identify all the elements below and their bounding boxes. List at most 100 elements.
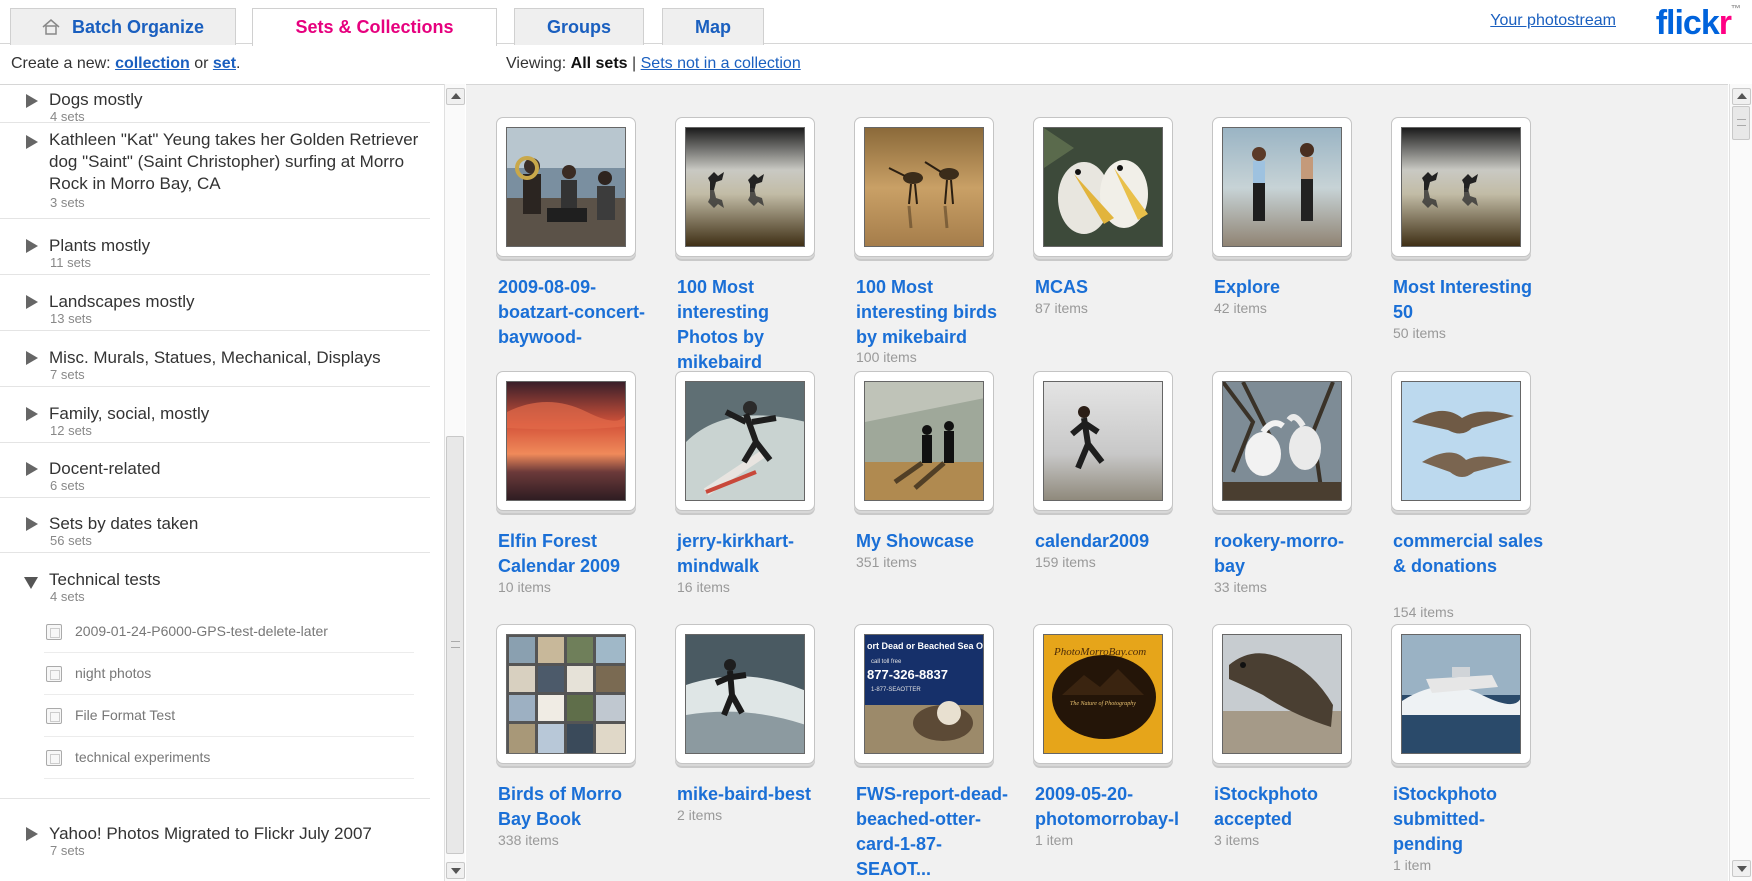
- collection-title[interactable]: Family, social, mostly: [49, 403, 419, 425]
- set-thumbnail[interactable]: [1391, 371, 1531, 511]
- set-card[interactable]: iStockphoto submitted-pending 1 item: [1361, 592, 1531, 873]
- scroll-down-button[interactable]: [1732, 860, 1751, 877]
- set-checkbox[interactable]: [46, 624, 62, 640]
- set-checkbox[interactable]: [46, 750, 62, 766]
- set-row[interactable]: technical experiments: [44, 737, 414, 779]
- set-thumbnail[interactable]: [496, 624, 636, 764]
- set-row[interactable]: night photos: [44, 653, 414, 695]
- tab-sets-collections[interactable]: Sets & Collections: [252, 8, 497, 46]
- set-thumbnail[interactable]: PhotoMorroBay.com The Nature of Photograp…: [1033, 624, 1173, 764]
- collection-item[interactable]: Landscapes mostly 13 sets: [0, 291, 430, 331]
- collection-item[interactable]: Yahoo! Photos Migrated to Flickr July 20…: [0, 819, 430, 865]
- set-card[interactable]: rookery-morro-bay 33 items: [1182, 339, 1352, 599]
- collection-title[interactable]: Landscapes mostly: [49, 291, 419, 313]
- scrollbar-thumb[interactable]: [1732, 106, 1750, 140]
- expand-arrow-icon[interactable]: [26, 295, 38, 309]
- sets-not-in-collection-link[interactable]: Sets not in a collection: [641, 55, 801, 72]
- tab-batch-organize[interactable]: Batch Organize: [10, 8, 236, 45]
- collection-item[interactable]: Kathleen "Kat" Yeung takes her Golden Re…: [0, 123, 430, 219]
- collection-item-expanded[interactable]: Technical tests 4 sets 2009-01-24-P6000-…: [0, 569, 430, 799]
- collection-item[interactable]: Plants mostly 11 sets: [0, 235, 430, 275]
- sets-grid-scrollbar[interactable]: [1729, 84, 1752, 881]
- scroll-up-button[interactable]: [1732, 88, 1751, 105]
- set-card[interactable]: commercial sales & donations 154 items: [1361, 339, 1543, 620]
- set-thumbnail[interactable]: [854, 117, 994, 257]
- scrollbar-thumb[interactable]: [446, 436, 464, 854]
- set-card[interactable]: Explore 42 items: [1182, 85, 1352, 345]
- set-card[interactable]: MCAS 87 items: [1003, 85, 1173, 345]
- set-title[interactable]: rookery-morro-bay: [1214, 529, 1370, 579]
- expand-arrow-icon[interactable]: [26, 517, 38, 531]
- set-title[interactable]: iStockphoto submitted-pending: [1393, 782, 1549, 857]
- set-title[interactable]: iStockphoto accepted: [1214, 782, 1370, 832]
- expand-arrow-icon[interactable]: [26, 351, 38, 365]
- set-title[interactable]: MCAS: [1035, 275, 1191, 300]
- tab-groups[interactable]: Groups: [514, 8, 644, 45]
- expand-arrow-icon[interactable]: [26, 462, 38, 476]
- set-card[interactable]: 2009-08-09-boatzart-concert-baywood-: [466, 85, 645, 347]
- set-title[interactable]: commercial sales & donations: [1393, 529, 1549, 579]
- collection-title[interactable]: Docent-related: [49, 458, 419, 480]
- set-checkbox[interactable]: [46, 708, 62, 724]
- scroll-down-button[interactable]: [446, 862, 465, 879]
- set-thumbnail[interactable]: [675, 624, 815, 764]
- set-title[interactable]: mike-baird-best: [677, 782, 833, 807]
- set-thumbnail[interactable]: [1033, 117, 1173, 257]
- set-row[interactable]: File Format Test: [44, 695, 414, 737]
- set-card[interactable]: calendar2009 159 items: [1003, 339, 1173, 599]
- expand-arrow-icon[interactable]: [26, 94, 38, 108]
- collection-item[interactable]: Docent-related 6 sets: [0, 458, 430, 498]
- set-card[interactable]: PhotoMorroBay.com The Nature of Photograp…: [1003, 592, 1179, 852]
- collapse-arrow-icon[interactable]: [24, 577, 38, 589]
- expand-arrow-icon[interactable]: [26, 239, 38, 253]
- set-thumbnail[interactable]: [1033, 371, 1173, 511]
- set-title[interactable]: Most Interesting 50: [1393, 275, 1549, 325]
- expand-arrow-icon[interactable]: [26, 407, 38, 421]
- set-card[interactable]: ort Dead or Beached Sea Ot call toll free…: [824, 592, 1008, 879]
- tab-map[interactable]: Map: [662, 8, 764, 45]
- set-title[interactable]: Explore: [1214, 275, 1370, 300]
- set-title[interactable]: 2009-05-20-photomorrobay-l: [1035, 782, 1191, 832]
- collection-title[interactable]: Kathleen "Kat" Yeung takes her Golden Re…: [49, 129, 419, 195]
- set-card[interactable]: Most Interesting 50 50 items: [1361, 85, 1532, 345]
- collection-title[interactable]: Dogs mostly: [49, 89, 419, 111]
- set-card[interactable]: 100 Most interesting Photos by mikebaird: [645, 85, 815, 372]
- set-checkbox[interactable]: [46, 666, 62, 682]
- set-title[interactable]: calendar2009: [1035, 529, 1191, 554]
- expand-arrow-icon[interactable]: [26, 827, 38, 841]
- set-title[interactable]: Birds of Morro Bay Book: [498, 782, 654, 832]
- create-set-link[interactable]: set: [213, 55, 236, 72]
- set-title[interactable]: FWS-report-dead-beached-otter-card-1-87-…: [856, 782, 1012, 881]
- collection-item[interactable]: Dogs mostly 4 sets: [0, 89, 430, 124]
- set-card[interactable]: mike-baird-best 2 items: [645, 592, 815, 852]
- set-card[interactable]: My Showcase 351 items: [824, 339, 994, 599]
- set-thumbnail[interactable]: [854, 371, 994, 511]
- set-row[interactable]: 2009-01-24-P6000-GPS-test-delete-later: [44, 611, 414, 653]
- set-thumbnail[interactable]: [496, 371, 636, 511]
- collection-item[interactable]: Family, social, mostly 12 sets: [0, 403, 430, 443]
- collection-item[interactable]: Sets by dates taken 56 sets: [0, 513, 430, 553]
- set-title[interactable]: jerry-kirkhart-mindwalk: [677, 529, 833, 579]
- set-thumbnail[interactable]: [1391, 117, 1531, 257]
- set-card[interactable]: iStockphoto accepted 3 items: [1182, 592, 1352, 852]
- all-sets-filter[interactable]: All sets: [571, 55, 628, 72]
- set-thumbnail[interactable]: [675, 371, 815, 511]
- expand-arrow-icon[interactable]: [26, 135, 38, 149]
- set-title[interactable]: My Showcase: [856, 529, 1012, 554]
- set-thumbnail[interactable]: [675, 117, 815, 257]
- set-card[interactable]: Birds of Morro Bay Book 338 items: [466, 592, 636, 852]
- collection-title[interactable]: Misc. Murals, Statues, Mechanical, Displ…: [49, 347, 419, 369]
- set-thumbnail[interactable]: [1212, 117, 1352, 257]
- set-thumbnail[interactable]: [1212, 371, 1352, 511]
- collection-title[interactable]: Plants mostly: [49, 235, 419, 257]
- set-card[interactable]: 100 Most interesting birds by mikebaird …: [824, 85, 997, 365]
- flickr-logo[interactable]: flickr™: [1656, 4, 1741, 43]
- collection-title[interactable]: Technical tests: [49, 569, 419, 591]
- set-card[interactable]: jerry-kirkhart-mindwalk 16 items: [645, 339, 815, 599]
- set-title[interactable]: Elfin Forest Calendar 2009: [498, 529, 654, 579]
- collection-title[interactable]: Sets by dates taken: [49, 513, 419, 535]
- create-collection-link[interactable]: collection: [115, 55, 190, 72]
- collection-item[interactable]: Misc. Murals, Statues, Mechanical, Displ…: [0, 347, 430, 387]
- set-thumbnail[interactable]: ort Dead or Beached Sea Ot call toll free…: [854, 624, 994, 764]
- collections-scrollbar[interactable]: [444, 84, 465, 881]
